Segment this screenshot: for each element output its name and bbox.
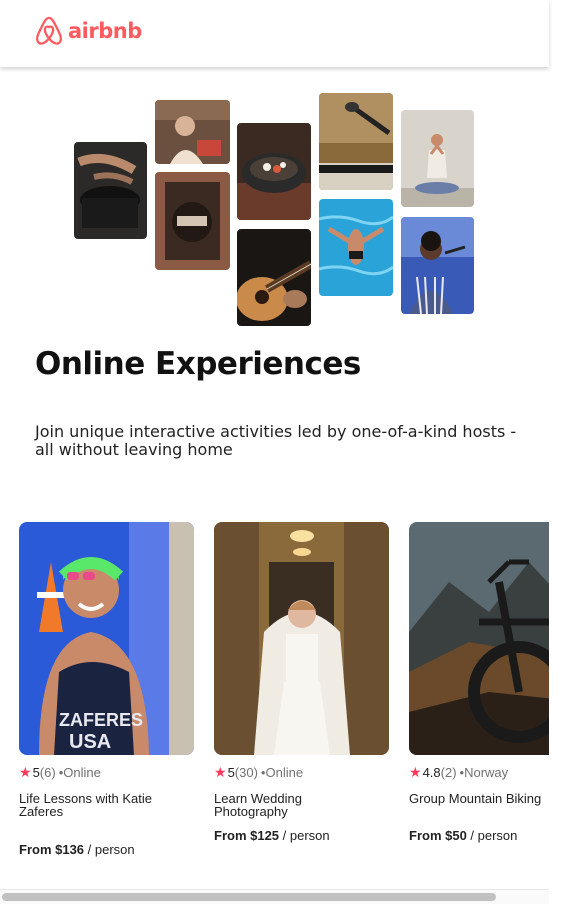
experience-card[interactable]: ★ 5 (30) •Online Learn Wedding Photograp… xyxy=(214,522,389,843)
rating-value: 4.8 xyxy=(422,765,441,780)
review-count: (30) xyxy=(234,765,258,780)
singer-photo xyxy=(401,217,474,314)
triathlete-photo[interactable]: ZAFERES USA xyxy=(19,522,194,755)
horizontal-scrollbar[interactable] xyxy=(0,889,549,904)
page-title: Online Experiences xyxy=(35,346,361,382)
page-subtitle: Join unique interactive activities led b… xyxy=(35,422,517,459)
scrollbar-thumb[interactable] xyxy=(2,893,496,901)
price-unit: / person xyxy=(466,828,518,843)
yoga-photo xyxy=(401,110,474,207)
svg-text:ZAFERES: ZAFERES xyxy=(59,710,143,730)
card-price: From $136 / person xyxy=(19,842,135,857)
price-amount: From $50 xyxy=(409,828,467,843)
airbnb-logo-icon xyxy=(36,16,62,45)
experience-card[interactable]: ★ 4.8 (2) •Norway Group Mountain Biking … xyxy=(409,522,549,843)
card-title[interactable]: Group Mountain Biking xyxy=(409,792,549,805)
host-portrait-photo xyxy=(155,100,230,164)
card-title[interactable]: Life Lessons with Katie Zaferes xyxy=(19,792,169,818)
rating-value: 5 xyxy=(227,765,235,780)
review-count: (2) xyxy=(440,765,457,780)
price-amount: From $125 xyxy=(214,828,280,843)
review-count: (6) xyxy=(39,765,56,780)
window-portrait-photo xyxy=(155,172,230,270)
bride-photo[interactable] xyxy=(214,522,389,755)
star-icon: ★ xyxy=(214,764,227,780)
card-title[interactable]: Learn Wedding Photography xyxy=(214,792,364,818)
top-header: airbnb xyxy=(0,0,549,67)
star-icon: ★ xyxy=(409,764,422,780)
microphone-photo xyxy=(319,93,393,190)
location-label: •Online xyxy=(58,765,101,780)
price-unit: / person xyxy=(84,842,135,857)
guitar-photo xyxy=(237,229,311,326)
experience-card[interactable]: ZAFERES USA ★ 5 (6) •Online Life Lessons… xyxy=(19,522,194,857)
card-price: From $50 / person xyxy=(409,828,517,843)
logo-text: airbnb xyxy=(68,19,142,43)
food-bowl-photo xyxy=(237,123,311,220)
location-label: •Norway xyxy=(459,765,509,780)
mountain-bike-photo[interactable] xyxy=(409,522,549,755)
rating-value: 5 xyxy=(32,765,40,780)
airbnb-logo[interactable]: airbnb xyxy=(34,15,142,47)
price-amount: From $136 xyxy=(19,842,85,857)
card-price: From $125 / person xyxy=(214,828,330,843)
card-meta: ★ 5 (30) •Online xyxy=(214,764,389,781)
swimming-photo xyxy=(319,199,393,296)
card-meta: ★ 5 (6) •Online xyxy=(19,764,194,781)
experience-carousel: ZAFERES USA ★ 5 (6) •Online Life Lessons… xyxy=(19,522,549,882)
svg-text:USA: USA xyxy=(69,731,111,753)
price-unit: / person xyxy=(279,828,330,843)
star-icon: ★ xyxy=(19,764,32,780)
location-label: •Online xyxy=(260,765,304,780)
card-meta: ★ 4.8 (2) •Norway xyxy=(409,764,549,781)
cooking-photo xyxy=(74,142,147,239)
